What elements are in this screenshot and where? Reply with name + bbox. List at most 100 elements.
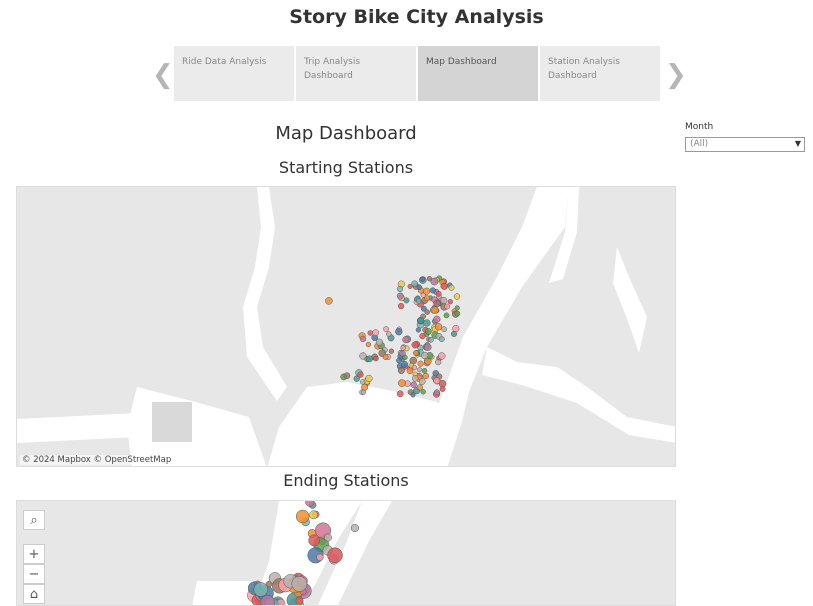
station-point[interactable]: [350, 524, 359, 533]
station-point[interactable]: [411, 364, 418, 371]
station-point[interactable]: [447, 299, 453, 305]
station-point[interactable]: [431, 306, 439, 314]
station-point[interactable]: [425, 328, 432, 335]
station-point[interactable]: [439, 386, 446, 392]
station-point[interactable]: [360, 379, 366, 385]
station-point[interactable]: [444, 303, 451, 310]
station-point[interactable]: [316, 553, 324, 561]
tab-station-analysis-dashboard[interactable]: Station Analysis Dashboard: [540, 46, 660, 101]
month-filter-select[interactable]: (All) ▼: [685, 137, 805, 152]
station-point[interactable]: [361, 383, 369, 391]
chevron-left-icon[interactable]: ❮: [152, 60, 174, 90]
ending-stations-map[interactable]: ⌕ + − ⌂: [16, 500, 676, 606]
station-point[interactable]: [397, 302, 405, 310]
station-point[interactable]: [295, 509, 310, 524]
station-point[interactable]: [397, 285, 404, 292]
station-point[interactable]: [367, 330, 374, 336]
station-point[interactable]: [433, 299, 441, 308]
chevron-right-icon[interactable]: ❯: [665, 60, 687, 90]
station-point[interactable]: [413, 350, 419, 356]
station-point[interactable]: [450, 330, 458, 337]
station-point[interactable]: [410, 392, 416, 398]
station-point[interactable]: [400, 345, 406, 351]
station-point[interactable]: [424, 295, 431, 302]
station-point[interactable]: [424, 309, 430, 315]
station-point[interactable]: [309, 510, 318, 520]
station-point[interactable]: [438, 336, 445, 343]
station-point[interactable]: [324, 533, 332, 542]
station-point[interactable]: [402, 354, 408, 361]
station-point[interactable]: [424, 343, 432, 351]
station-point[interactable]: [433, 389, 441, 396]
station-point[interactable]: [419, 276, 426, 282]
station-point[interactable]: [411, 280, 418, 287]
home-icon[interactable]: ⌂: [23, 584, 45, 604]
station-point[interactable]: [343, 372, 351, 380]
station-point[interactable]: [416, 384, 423, 391]
station-point[interactable]: [365, 341, 372, 348]
station-point[interactable]: [421, 351, 429, 360]
station-point[interactable]: [433, 315, 441, 323]
station-point[interactable]: [448, 284, 455, 291]
station-point[interactable]: [440, 282, 448, 290]
station-point[interactable]: [396, 357, 402, 364]
station-point[interactable]: [403, 297, 410, 304]
station-point[interactable]: [416, 367, 423, 373]
station-point[interactable]: [421, 368, 428, 374]
station-point[interactable]: [407, 283, 413, 289]
station-point[interactable]: [411, 341, 419, 349]
station-point[interactable]: [433, 377, 441, 385]
station-point[interactable]: [291, 575, 308, 592]
station-point[interactable]: [438, 352, 446, 360]
station-point[interactable]: [416, 298, 422, 304]
station-point[interactable]: [417, 317, 425, 324]
zoom-out-icon[interactable]: −: [23, 564, 45, 584]
station-point[interactable]: [420, 389, 426, 395]
station-point[interactable]: [411, 375, 419, 382]
station-point[interactable]: [400, 360, 409, 368]
map-attribution[interactable]: © 2024 Mapbox © OpenStreetMap: [20, 455, 174, 465]
search-icon[interactable]: ⌕: [23, 510, 45, 530]
station-point[interactable]: [327, 547, 343, 564]
station-point[interactable]: [359, 335, 367, 343]
station-point[interactable]: [383, 326, 389, 332]
station-point[interactable]: [434, 323, 443, 331]
station-point[interactable]: [386, 331, 392, 337]
station-point[interactable]: [441, 326, 447, 333]
station-point[interactable]: [295, 596, 304, 605]
tab-map-dashboard[interactable]: Map Dashboard: [418, 46, 538, 101]
starting-stations-map[interactable]: © 2024 Mapbox © OpenStreetMap: [16, 186, 676, 467]
station-point[interactable]: [410, 381, 417, 388]
station-point[interactable]: [435, 290, 442, 297]
station-point[interactable]: [397, 367, 405, 375]
station-point[interactable]: [365, 374, 373, 383]
station-point[interactable]: [422, 372, 429, 380]
station-point[interactable]: [395, 328, 403, 336]
tab-trip-analysis-dashboard[interactable]: Trip Analysis Dashboard: [296, 46, 416, 101]
station-point[interactable]: [375, 338, 383, 346]
station-point[interactable]: [429, 287, 436, 294]
zoom-in-icon[interactable]: +: [23, 544, 45, 564]
station-point[interactable]: [428, 337, 434, 343]
station-point[interactable]: [360, 389, 367, 395]
station-point[interactable]: [417, 360, 424, 367]
station-point[interactable]: [366, 355, 373, 363]
station-point[interactable]: [325, 297, 333, 305]
station-point[interactable]: [454, 310, 461, 317]
station-point[interactable]: [443, 312, 450, 319]
station-point[interactable]: [253, 582, 269, 597]
station-point[interactable]: [388, 348, 395, 354]
station-point[interactable]: [372, 329, 379, 337]
station-point[interactable]: [398, 379, 406, 387]
station-point[interactable]: [396, 292, 404, 300]
tab-ride-data-analysis[interactable]: Ride Data Analysis: [174, 46, 294, 101]
station-point[interactable]: [396, 390, 404, 398]
station-point[interactable]: [435, 359, 442, 366]
station-point[interactable]: [416, 284, 423, 291]
station-point[interactable]: [453, 293, 461, 300]
station-point[interactable]: [402, 336, 410, 344]
station-point[interactable]: [440, 296, 448, 305]
station-point[interactable]: [418, 378, 426, 385]
station-point[interactable]: [423, 319, 431, 327]
station-point[interactable]: [373, 355, 379, 362]
